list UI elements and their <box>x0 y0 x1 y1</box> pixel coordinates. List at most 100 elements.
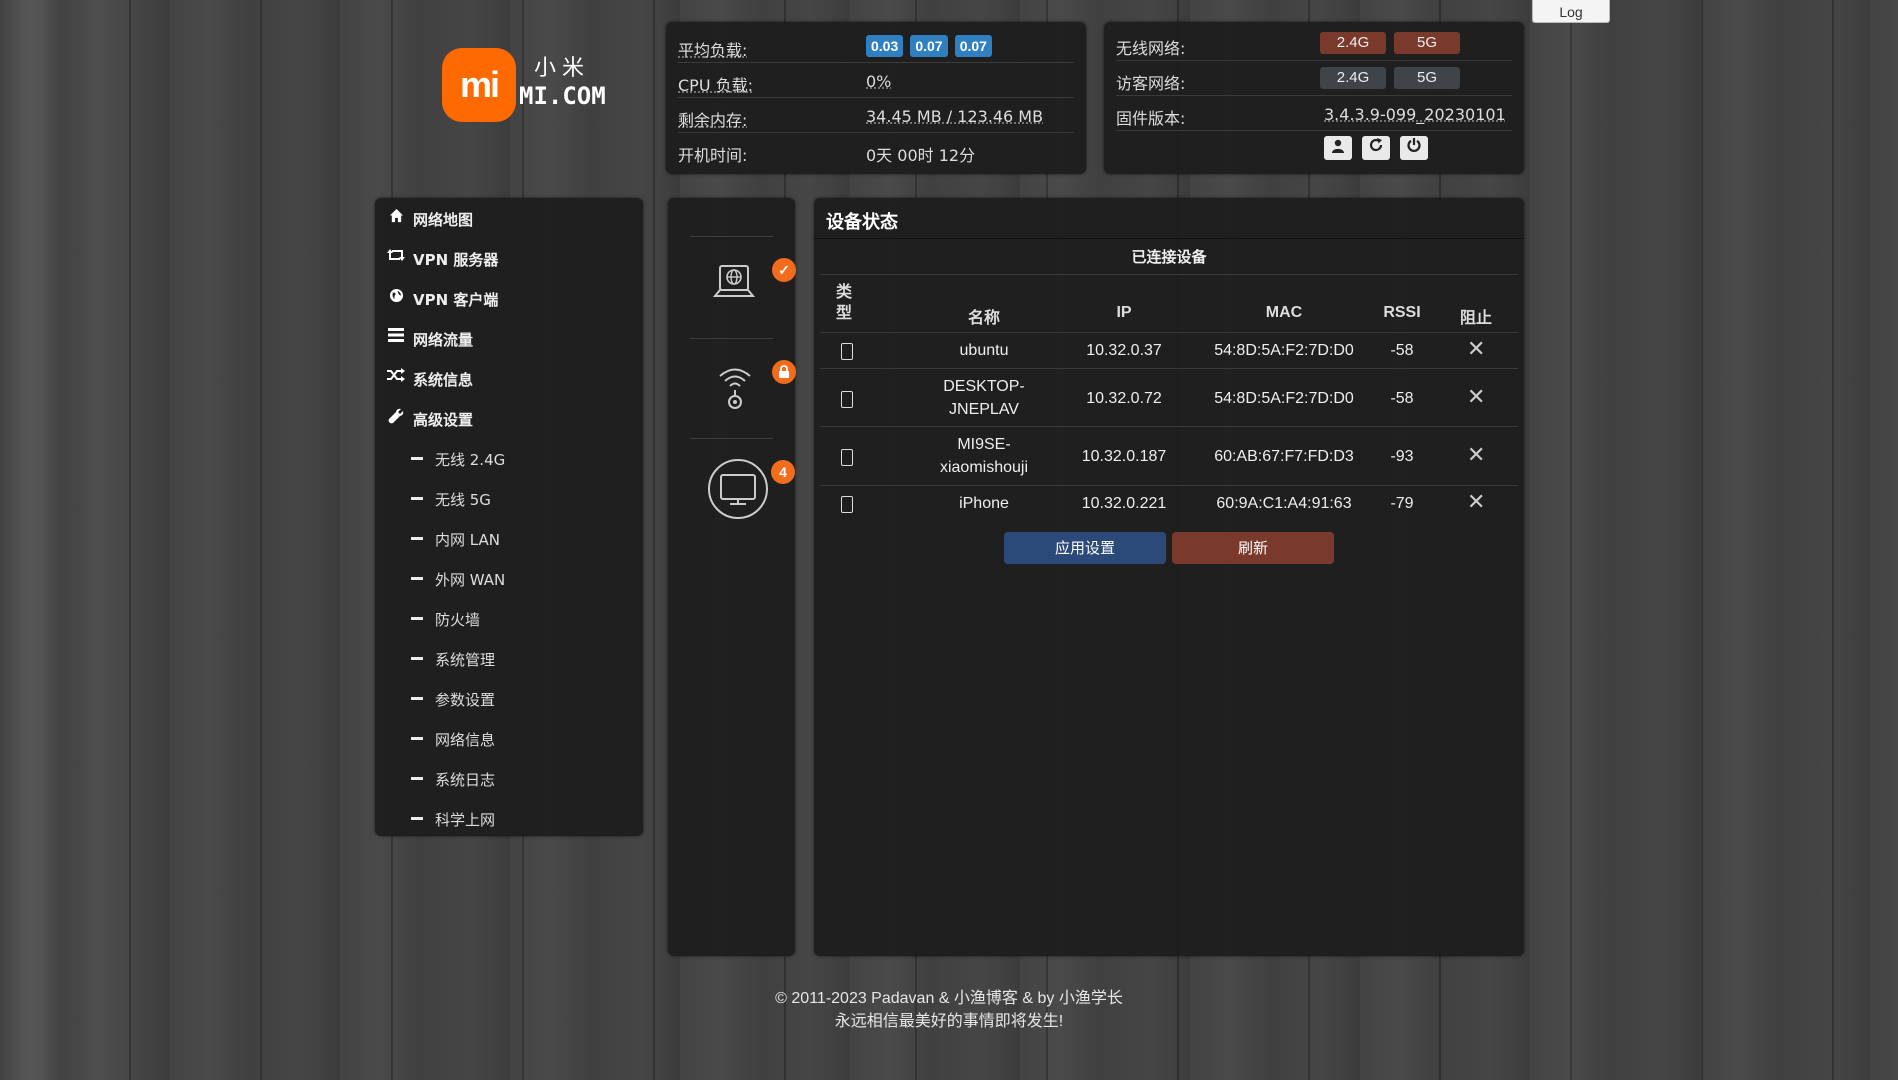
sidebar-subitem-firewall[interactable]: 防火墙 <box>375 598 643 638</box>
device-mac: 54:8D:5A:F2:7D:D0 <box>1214 390 1354 407</box>
refresh-icon[interactable] <box>1362 136 1390 160</box>
load-15min-badge: 0.07 <box>954 35 992 57</box>
block-close-icon[interactable]: ✕ <box>1467 387 1485 409</box>
dash-icon <box>411 737 423 740</box>
random-icon <box>387 368 405 386</box>
col-header-block: 阻止 <box>1459 310 1492 327</box>
sidebar: 网络地图 VPN 服务器 VPN 客户端 网络流量 系统信息 高级设置 无线 2… <box>375 198 643 836</box>
wireless-24g-button[interactable]: 2.4G <box>1320 32 1386 54</box>
dash-icon <box>411 537 423 540</box>
block-close-icon[interactable]: ✕ <box>1467 445 1485 467</box>
user-icon[interactable] <box>1324 136 1352 160</box>
col-header-rssi: RSSI <box>1383 304 1421 321</box>
device-name: iPhone <box>959 495 1009 512</box>
sidebar-subitem-wireless-5g[interactable]: 无线 5G <box>375 478 643 518</box>
uptime-row: 开机时间: 0天 00时 12分 <box>678 133 1074 167</box>
sidebar-item-network-map[interactable]: 网络地图 <box>375 198 643 238</box>
sidebar-subitem-lan[interactable]: 内网 LAN <box>375 518 643 558</box>
network-status-panel: 无线网络: 2.4G 5G 访客网络: 2.4G 5G 固件版本: 3.4.3.… <box>1104 22 1524 174</box>
clients-status-icon[interactable] <box>707 458 769 524</box>
device-mac: 60:AB:67:F7:FD:D3 <box>1214 448 1354 465</box>
log-button[interactable]: Log <box>1532 0 1610 23</box>
load-5min-badge: 0.07 <box>910 35 948 57</box>
guest-label: 访客网络: <box>1116 74 1186 93</box>
sidebar-subitem-label: 科学上网 <box>435 811 496 829</box>
avg-load-label: 平均负载: <box>678 41 748 60</box>
firmware-row: 固件版本: 3.4.3.9-099_20230101 <box>1116 96 1512 131</box>
mi-logo[interactable]: mi 小米 MI.COM <box>442 46 606 122</box>
dash-icon <box>411 457 423 460</box>
cpu-load-value[interactable]: 0% <box>866 72 891 91</box>
block-close-icon[interactable]: ✕ <box>1467 339 1485 361</box>
sidebar-item-label: 网络流量 <box>413 331 474 349</box>
guest-24g-button[interactable]: 2.4G <box>1320 67 1386 89</box>
power-icon[interactable] <box>1400 136 1428 160</box>
dash-icon <box>411 777 423 780</box>
clients-count-badge: 4 <box>771 460 795 484</box>
avg-load-values: 0.03 0.07 0.07 <box>866 35 994 57</box>
device-ip: 10.32.0.187 <box>1081 448 1167 465</box>
apply-settings-button[interactable]: 应用设置 <box>1004 532 1166 564</box>
divider <box>820 426 1518 427</box>
sidebar-subitem-label: 内网 LAN <box>435 531 500 549</box>
sidebar-subitem-system-admin[interactable]: 系统管理 <box>375 638 643 678</box>
sidebar-subitem-label: 系统日志 <box>435 771 496 789</box>
sidebar-subitem-network-info[interactable]: 网络信息 <box>375 718 643 758</box>
sidebar-item-label: 系统信息 <box>413 371 474 389</box>
divider <box>820 332 1518 333</box>
device-ip: 10.32.0.221 <box>1081 495 1167 512</box>
device-name: DESKTOP- JNEPLAV <box>943 378 1025 418</box>
divider <box>820 368 1518 369</box>
status-icon-column: ✓ 4 <box>668 198 796 956</box>
sidebar-subitem-wan[interactable]: 外网 WAN <box>375 558 643 598</box>
sidebar-subitem-wireless-24g[interactable]: 无线 2.4G <box>375 438 643 478</box>
phone-icon <box>841 343 853 360</box>
device-name: MI9SE- xiaomishouji <box>939 436 1029 476</box>
sidebar-subitem-label: 防火墙 <box>435 611 481 629</box>
sidebar-subitem-proxy[interactable]: 科学上网 <box>375 798 643 838</box>
free-memory-label: 剩余内存: <box>678 111 748 130</box>
tasks-icon <box>387 328 405 346</box>
firmware-value[interactable]: 3.4.3.9-099_20230101 <box>1324 105 1506 124</box>
sidebar-item-vpn-server[interactable]: VPN 服务器 <box>375 238 643 278</box>
system-status-panel: 平均负载: 0.03 0.07 0.07 CPU 负载: 0% 剩余内存: 34… <box>666 22 1086 174</box>
sidebar-subitem-system-log[interactable]: 系统日志 <box>375 758 643 798</box>
dash-icon <box>411 657 423 660</box>
internet-status-icon[interactable] <box>712 262 756 308</box>
guest-5g-button[interactable]: 5G <box>1394 67 1460 89</box>
col-header-ip: IP <box>1116 304 1132 321</box>
phone-icon <box>841 496 853 513</box>
sidebar-item-advanced[interactable]: 高级设置 <box>375 398 643 438</box>
divider <box>690 338 773 339</box>
sidebar-item-label: 网络地图 <box>413 211 474 229</box>
sidebar-item-system-info[interactable]: 系统信息 <box>375 358 643 398</box>
sidebar-item-traffic[interactable]: 网络流量 <box>375 318 643 358</box>
wireless-row: 无线网络: 2.4G 5G <box>1116 26 1512 61</box>
avg-load-row: 平均负载: 0.03 0.07 0.07 <box>678 28 1074 63</box>
dash-icon <box>411 697 423 700</box>
sidebar-item-vpn-client[interactable]: VPN 客户端 <box>375 278 643 318</box>
col-header-mac: MAC <box>1265 304 1303 321</box>
block-close-icon[interactable]: ✕ <box>1467 492 1485 514</box>
sidebar-subitem-label: 网络信息 <box>435 731 496 749</box>
divider <box>814 238 1524 239</box>
device-mac: 60:9A:C1:A4:91:63 <box>1216 495 1352 512</box>
phone-icon <box>841 449 853 466</box>
footer-copyright: © 2011-2023 Padavan & 小渔博客 & by 小渔学长 <box>775 990 1123 1007</box>
sidebar-subitem-label: 外网 WAN <box>435 571 506 589</box>
refresh-button[interactable]: 刷新 <box>1172 532 1334 564</box>
device-rssi: -58 <box>1390 342 1414 359</box>
wifi-status-icon[interactable] <box>718 364 752 414</box>
device-ip: 10.32.0.72 <box>1086 390 1162 407</box>
free-memory-value[interactable]: 34.45 MB / 123.46 MB <box>866 107 1043 126</box>
col-header-name: 名称 <box>967 310 1000 327</box>
divider <box>820 274 1518 275</box>
sidebar-subitem-parameters[interactable]: 参数设置 <box>375 678 643 718</box>
wireless-5g-button[interactable]: 5G <box>1394 32 1460 54</box>
divider <box>820 485 1518 486</box>
guest-row: 访客网络: 2.4G 5G <box>1116 61 1512 96</box>
sidebar-subitem-label: 无线 2.4G <box>435 451 506 469</box>
connected-devices-heading: 已连接设备 <box>1131 248 1207 266</box>
load-1min-badge: 0.03 <box>866 35 904 57</box>
device-rssi: -58 <box>1390 390 1414 407</box>
